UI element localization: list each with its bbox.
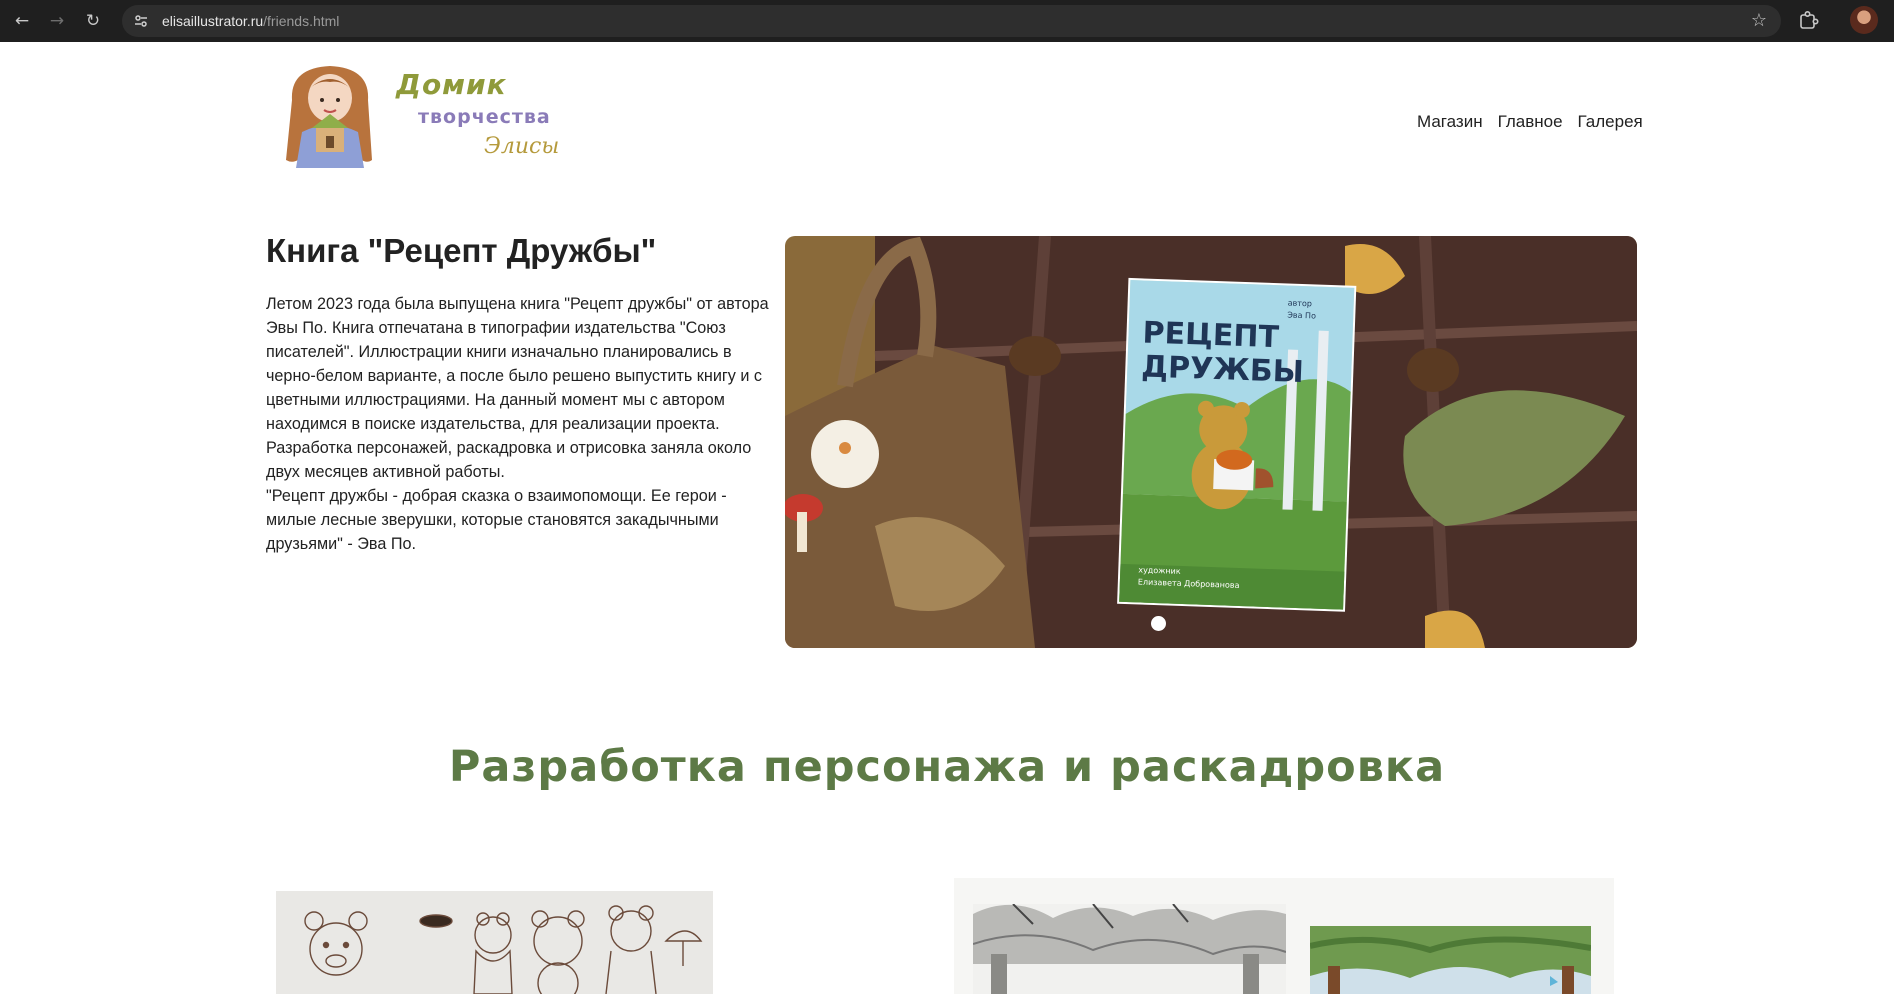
back-button[interactable]: ← <box>8 7 36 35</box>
address-bar[interactable]: elisaillustrator.ru/friends.html ☆ <box>122 5 1781 37</box>
site-settings-icon[interactable] <box>132 12 150 30</box>
cover-title-line2: ДРУЖБЫ <box>1141 349 1305 390</box>
reload-icon: ↻ <box>85 11 101 31</box>
cover-author-label: автор <box>1288 299 1313 309</box>
book-paragraph-1: Летом 2023 года была выпущена книга "Рец… <box>266 295 769 433</box>
cover-author-name: Эва По <box>1287 310 1316 320</box>
cover-artist-label: художник <box>1138 565 1181 575</box>
book-description: Летом 2023 года была выпущена книга "Рец… <box>266 292 772 556</box>
logo-word-tvorchestva: творчества <box>418 106 551 128</box>
photo-slider[interactable]: РЕЦЕПТ ДРУЖБЫ автор Эва По художник Елиз… <box>785 236 1637 648</box>
nav-item-shop[interactable]: Магазин <box>1417 112 1483 132</box>
url-text: elisaillustrator.ru/friends.html <box>162 13 339 29</box>
girl-illustration-icon <box>286 66 372 168</box>
profile-avatar[interactable] <box>1850 6 1878 34</box>
reload-button[interactable]: ↻ <box>79 7 107 35</box>
forward-button[interactable]: → <box>43 7 71 35</box>
page-title: Книга "Рецепт Дружбы" <box>266 232 657 269</box>
storyboard-sketch-image[interactable] <box>973 904 1286 994</box>
main-nav: Магазин Главное Галерея <box>1417 112 1643 132</box>
section-title: Разработка персонажа и раскадровка <box>448 742 1446 792</box>
nav-item-gallery[interactable]: Галерея <box>1578 112 1643 132</box>
site-logo[interactable]: Домик творчества Элисы <box>266 58 568 174</box>
puzzle-icon[interactable] <box>1798 9 1820 31</box>
logo-word-domik: Домик <box>396 68 507 101</box>
slider-dot-active[interactable] <box>1151 616 1166 631</box>
logo-word-elisy: Элисы <box>484 134 560 159</box>
arrow-left-icon: ← <box>14 11 30 31</box>
url-domain: elisaillustrator.ru <box>162 13 264 29</box>
character-sketch-image[interactable] <box>276 891 713 994</box>
url-path: /friends.html <box>263 13 340 29</box>
browser-toolbar: ← → ↻ elisaillustrator.ru/friends.html ☆ <box>0 0 1894 42</box>
arrow-right-icon: → <box>49 11 65 31</box>
nav-item-main[interactable]: Главное <box>1498 112 1563 132</box>
book-paragraph-3: "Рецепт дружбы - добрая сказка о взаимоп… <box>266 487 727 553</box>
book-paragraph-2: Разработка персонажей, раскадровка и отр… <box>266 439 752 481</box>
book-photo: РЕЦЕПТ ДРУЖБЫ автор Эва По художник Елиз… <box>785 236 1637 648</box>
star-icon[interactable]: ☆ <box>1751 10 1767 31</box>
storyboard-color-image[interactable] <box>1310 926 1591 994</box>
